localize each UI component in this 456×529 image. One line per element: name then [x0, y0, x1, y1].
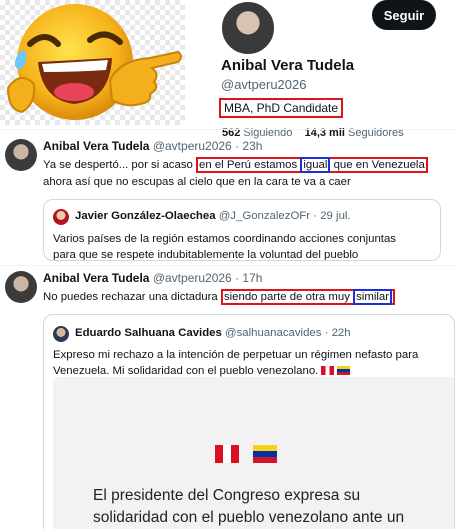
timestamp[interactable]: 17h: [242, 271, 262, 285]
highlight-red: en el Perú estamos igual que en Venezuel…: [196, 157, 428, 173]
quote-text-line1: Varios países de la región estamos coord…: [53, 233, 396, 245]
divider: [0, 265, 456, 266]
separator: ·: [235, 271, 240, 285]
separator: ·: [313, 210, 318, 222]
author-name[interactable]: Anibal Vera Tudela: [43, 271, 149, 285]
quote-text-line1: Expreso mi rechazo a la intención de per…: [53, 349, 419, 361]
quote-text-line2-text: Venezuela. Mi solidaridad con el pueblo …: [53, 365, 319, 377]
flag-peru-icon: [321, 366, 335, 375]
profile-handle[interactable]: @avtperu2026: [221, 77, 306, 92]
flag-venezuela-icon: [253, 445, 277, 463]
text-segment: siendo parte de otra muy: [223, 291, 354, 303]
quote-media-image[interactable]: El presidente del Congreso expresa su so…: [53, 377, 454, 529]
tweet-text-line2: ahora así que no escupas al cielo que en…: [43, 176, 351, 188]
timestamp[interactable]: 23h: [242, 139, 262, 153]
profile-bio: MBA, PhD Candidate: [219, 98, 344, 118]
media-text-line1: El presidente del Congreso expresa su: [93, 487, 361, 504]
quote-header: Eduardo Salhuana Cavides @salhuanacavide…: [75, 327, 351, 339]
avatar[interactable]: [5, 271, 37, 303]
quote-text-line2: para que se respete indubitablemente la …: [53, 249, 359, 261]
highlight-blue: igual: [300, 157, 331, 173]
text-segment: No puedes rechazar una dictadura: [43, 291, 221, 303]
quote-author-name: Eduardo Salhuana Cavides: [75, 327, 222, 339]
quoted-tweet[interactable]: Javier González-Olaechea @J_GonzalezOFr …: [43, 199, 441, 261]
follow-button[interactable]: Seguir: [372, 0, 436, 30]
flag-venezuela-icon: [337, 366, 351, 375]
separator: ·: [235, 139, 240, 153]
quote-author-name: Javier González-Olaechea: [75, 210, 216, 222]
tweet-text: Ya se despertó... por si acaso en el Per…: [43, 157, 428, 173]
text-segment: Ya se despertó... por si acaso: [43, 159, 197, 171]
profile-avatar[interactable]: [220, 0, 276, 56]
avatar[interactable]: [5, 139, 37, 171]
text-segment: que en Venezuela: [330, 159, 425, 171]
media-text-line2: solidaridad con el pueblo venezolano ant…: [93, 509, 405, 526]
tweet-header: Anibal Vera Tudela @avtperu2026 · 17h: [43, 271, 262, 285]
quote-author-handle: @J_GonzalezOFr: [218, 210, 311, 222]
separator: ·: [324, 327, 329, 339]
tweet-text: No puedes rechazar una dictadura siendo …: [43, 289, 396, 305]
quoted-tweet[interactable]: Eduardo Salhuana Cavides @salhuanacavide…: [43, 314, 455, 529]
text-segment: en el Perú estamos: [199, 159, 301, 171]
laughing-emoji-icon: [6, 4, 182, 120]
divider: [0, 129, 456, 130]
author-name[interactable]: Anibal Vera Tudela: [43, 139, 149, 153]
quote-header: Javier González-Olaechea @J_GonzalezOFr …: [75, 210, 351, 222]
flag-peru-icon: [215, 445, 239, 463]
highlight-red: siendo parte de otra muy similar: [220, 289, 396, 305]
highlight-blue: similar: [353, 289, 393, 305]
quote-timestamp: 29 jul.: [320, 210, 351, 222]
quote-timestamp: 22h: [331, 327, 351, 339]
quote-avatar: [53, 209, 69, 225]
profile-name: Anibal Vera Tudela: [221, 57, 355, 74]
quote-avatar: [53, 326, 69, 342]
author-handle[interactable]: @avtperu2026: [153, 271, 232, 285]
author-handle[interactable]: @avtperu2026: [153, 139, 232, 153]
tweet-header: Anibal Vera Tudela @avtperu2026 · 23h: [43, 139, 262, 153]
quote-author-handle: @salhuanacavides: [225, 327, 322, 339]
